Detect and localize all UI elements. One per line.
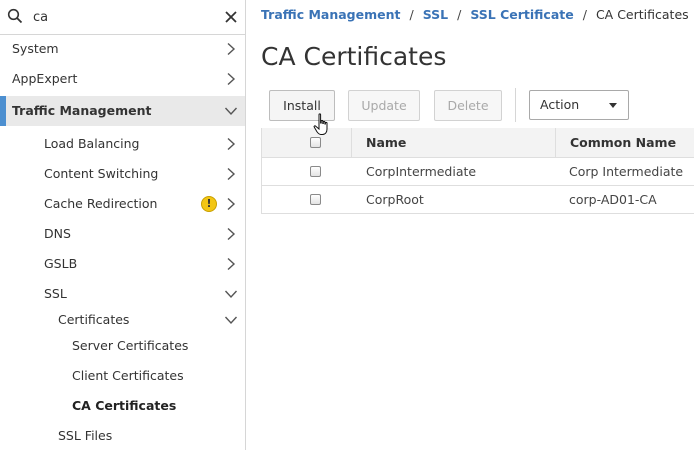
chevron-right-icon <box>227 137 236 151</box>
sidebar-item-label: Client Certificates <box>72 368 184 383</box>
column-divider <box>555 128 556 158</box>
select-all-checkbox[interactable] <box>310 137 321 148</box>
breadcrumb-current: CA Certificates <box>595 7 689 22</box>
chevron-right-icon <box>227 197 236 211</box>
caret-down-icon <box>609 103 617 108</box>
warning-icon: ! <box>201 196 217 212</box>
page-title: CA Certificates <box>261 42 447 71</box>
chevron-down-icon <box>224 107 238 116</box>
cell-common-name: corp-AD01-CA <box>569 192 657 207</box>
sidebar-item-label: GSLB <box>44 256 78 271</box>
sidebar-item-label: DNS <box>44 226 71 241</box>
sidebar-item-server-certificates[interactable]: Server Certificates <box>0 331 245 361</box>
breadcrumb-separator: / <box>457 7 462 22</box>
cell-common-name: Corp Intermediate <box>569 164 684 179</box>
active-indicator <box>0 96 6 126</box>
sidebar-item-gslb[interactable]: GSLB <box>0 249 245 279</box>
sidebar-item-label: System <box>12 41 59 56</box>
column-header-name[interactable]: Name <box>366 128 406 158</box>
column-header-common-name[interactable]: Common Name <box>570 128 676 158</box>
update-button[interactable]: Update <box>348 90 420 121</box>
search-icon <box>7 8 23 24</box>
sidebar-item-label: SSL Files <box>58 428 113 443</box>
toolbar-divider <box>515 88 516 122</box>
sidebar-item-traffic-management[interactable]: Traffic Management <box>0 96 245 126</box>
sidebar-item-appexpert[interactable]: AppExpert <box>0 64 245 94</box>
table-row[interactable]: CorpRoot corp-AD01-CA <box>261 186 694 214</box>
sidebar-item-label: Content Switching <box>44 166 159 181</box>
sidebar-item-load-balancing[interactable]: Load Balancing <box>0 129 245 159</box>
sidebar-item-content-switching[interactable]: Content Switching <box>0 159 245 189</box>
column-divider <box>351 128 352 158</box>
sidebar-item-label: Server Certificates <box>72 338 189 353</box>
sidebar-item-label: Load Balancing <box>44 136 140 151</box>
breadcrumb-link[interactable]: SSL Certificate <box>470 7 573 22</box>
breadcrumb: Traffic Management / SSL / SSL Certificate / C… <box>261 7 689 22</box>
search-input[interactable] <box>33 6 213 28</box>
chevron-right-icon <box>227 167 236 181</box>
sidebar-item-label: Cache Redirection <box>44 196 158 211</box>
main-content: Traffic Management / SSL / SSL Certificate / C… <box>246 0 694 450</box>
sidebar-item-label: Traffic Management <box>12 103 152 118</box>
chevron-right-icon <box>227 72 236 86</box>
row-checkbox[interactable] <box>310 194 321 205</box>
table-header-row: Name Common Name <box>261 128 694 158</box>
breadcrumb-separator: / <box>582 7 587 22</box>
table-row[interactable]: CorpIntermediate Corp Intermediate <box>261 158 694 186</box>
sidebar-item-system[interactable]: System <box>0 34 245 64</box>
action-dropdown-value: Action <box>540 97 580 112</box>
sidebar-item-label: CA Certificates <box>72 398 177 413</box>
sidebar-item-label: AppExpert <box>12 71 78 86</box>
search-bar <box>0 0 245 35</box>
sidebar-item-ssl-files[interactable]: SSL Files <box>0 421 245 450</box>
close-icon[interactable] <box>224 10 238 24</box>
sidebar-item-dns[interactable]: DNS <box>0 219 245 249</box>
cell-name: CorpIntermediate <box>366 164 477 179</box>
action-dropdown[interactable]: Action <box>529 90 629 120</box>
cell-name: CorpRoot <box>366 192 424 207</box>
chevron-right-icon <box>227 227 236 241</box>
sidebar-item-client-certificates[interactable]: Client Certificates <box>0 361 245 391</box>
chevron-right-icon <box>227 257 236 271</box>
sidebar-item-cache-redirection[interactable]: Cache Redirection ! <box>0 189 245 219</box>
sidebar-item-ca-certificates[interactable]: CA Certificates <box>0 391 245 421</box>
row-checkbox[interactable] <box>310 166 321 177</box>
navigation-sidebar: System AppExpert Traffic Management Load… <box>0 0 246 450</box>
chevron-down-icon <box>224 290 238 299</box>
breadcrumb-separator: / <box>409 7 414 22</box>
breadcrumb-link[interactable]: Traffic Management <box>261 7 400 22</box>
chevron-down-icon <box>224 316 238 325</box>
breadcrumb-link[interactable]: SSL <box>423 7 448 22</box>
chevron-right-icon <box>227 42 236 56</box>
delete-button[interactable]: Delete <box>434 90 502 121</box>
install-button[interactable]: Install <box>269 90 335 121</box>
